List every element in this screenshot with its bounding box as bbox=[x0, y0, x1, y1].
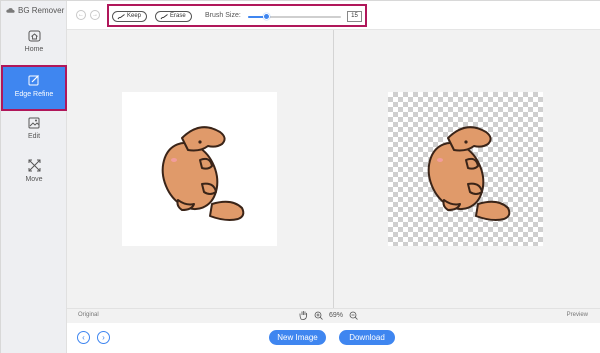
brush-size-label: Brush Size: bbox=[205, 12, 241, 19]
undo-button[interactable]: ← bbox=[76, 10, 86, 20]
brush-icon bbox=[117, 13, 125, 19]
next-image-button[interactable]: › bbox=[97, 331, 110, 344]
brush-icon bbox=[160, 13, 168, 19]
toolbar: ← → Keep Erase Brush Size: 15 bbox=[67, 1, 600, 29]
previous-image-button[interactable]: ‹ bbox=[77, 331, 90, 344]
split-divider[interactable] bbox=[333, 30, 334, 309]
app-window: BG Remover Home Edge Refine Edit Move ← … bbox=[0, 0, 600, 353]
download-button[interactable]: Download bbox=[339, 330, 395, 345]
erase-button[interactable]: Erase bbox=[155, 11, 192, 22]
zoom-in-icon[interactable] bbox=[314, 311, 323, 320]
sidebar-item-label: Edge Refine bbox=[14, 91, 54, 98]
main-panel: ← → Keep Erase Brush Size: 15 Original 6… bbox=[67, 1, 600, 353]
hand-icon[interactable] bbox=[299, 310, 308, 320]
keep-label: Keep bbox=[127, 13, 142, 19]
redo-button[interactable]: → bbox=[90, 10, 100, 20]
sidebar-item-label: Home bbox=[24, 46, 44, 53]
app-title: BG Remover bbox=[6, 6, 64, 15]
bottom-bar: ‹ › New Image Download bbox=[67, 323, 600, 353]
sidebar-item-edge-refine[interactable]: Edge Refine bbox=[1, 65, 67, 111]
brush-size-value[interactable]: 15 bbox=[347, 11, 362, 22]
new-image-button[interactable]: New Image bbox=[269, 330, 326, 345]
original-label: Original bbox=[78, 312, 99, 318]
erase-label: Erase bbox=[170, 13, 186, 19]
sidebar-item-home[interactable]: Home bbox=[1, 30, 67, 62]
platypus-illustration bbox=[161, 126, 245, 221]
slider-knob[interactable] bbox=[263, 13, 270, 20]
sidebar-item-edit[interactable]: Edit bbox=[1, 117, 67, 149]
undo-arrow-icon: ← bbox=[78, 12, 84, 18]
preview-image[interactable] bbox=[388, 92, 543, 246]
sidebar-item-label: Edit bbox=[27, 133, 41, 140]
preview-label: Preview bbox=[566, 312, 588, 318]
canvas-area bbox=[67, 29, 600, 309]
platypus-illustration bbox=[427, 126, 511, 221]
zoom-out-icon[interactable] bbox=[349, 311, 358, 320]
zoom-level: 69% bbox=[329, 311, 344, 319]
sidebar-item-label: Move bbox=[25, 176, 43, 183]
redo-arrow-icon: → bbox=[92, 12, 98, 18]
home-icon bbox=[28, 30, 40, 42]
app-title-text: BG Remover bbox=[18, 6, 65, 15]
chevron-right-icon: › bbox=[102, 333, 105, 342]
brush-tools-frame: Keep Erase Brush Size: 15 bbox=[107, 4, 367, 27]
keep-button[interactable]: Keep bbox=[112, 11, 148, 22]
edge-refine-icon bbox=[28, 75, 39, 86]
cloud-logo-icon bbox=[6, 8, 15, 13]
move-arrows-icon bbox=[28, 159, 40, 172]
status-bar: Original 69% Preview bbox=[67, 308, 600, 323]
original-image[interactable] bbox=[122, 92, 277, 246]
brush-size-slider[interactable] bbox=[248, 13, 341, 20]
edit-image-icon bbox=[28, 117, 40, 129]
undo-redo-group: ← → bbox=[76, 10, 100, 20]
chevron-left-icon: ‹ bbox=[82, 333, 85, 342]
sidebar: BG Remover Home Edge Refine Edit Move bbox=[1, 1, 67, 353]
sidebar-item-move[interactable]: Move bbox=[1, 159, 67, 191]
zoom-controls: 69% bbox=[299, 310, 358, 320]
